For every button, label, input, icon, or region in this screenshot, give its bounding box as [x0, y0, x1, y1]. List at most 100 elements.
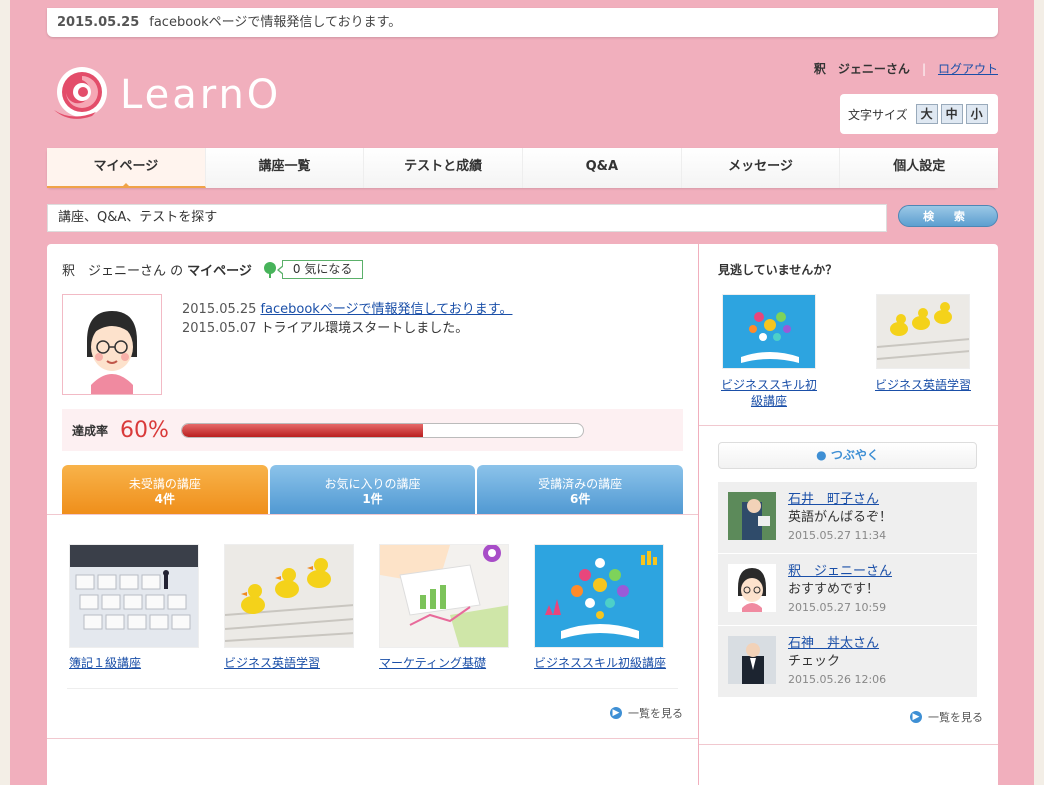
tab-favorite-courses[interactable]: お気に入りの講座 1件 [269, 465, 476, 515]
tab-count: 4件 [154, 492, 176, 506]
course-card[interactable]: 簿記１級講座 [69, 544, 199, 671]
tab-count: 6件 [570, 492, 591, 506]
tab-tests[interactable]: テストと成績 [364, 148, 524, 188]
feed-time: 2015.05.27 11:34 [788, 529, 887, 542]
more-label: 一覧を見る [928, 711, 983, 724]
page-title: 釈 ジェニーさん の マイページ 0 気になる [62, 260, 364, 279]
feed-item: 石井 町子さん 英語がんばるぞ！ 2015.05.27 11:34 [718, 482, 977, 554]
feed-text: チェック [788, 654, 841, 669]
avatar[interactable] [728, 492, 776, 540]
feed-user-link[interactable]: 釈 ジェニーさん [788, 564, 892, 579]
feed-text: 英語がんばるぞ！ [788, 510, 893, 525]
marketing-charts-image[interactable] [379, 544, 509, 648]
arrow-right-icon: ▶ [910, 711, 922, 723]
logout-link[interactable]: ログアウト [938, 62, 998, 76]
user-avatar-image [63, 295, 161, 394]
recommend-item[interactable]: ビジネス英語学習 [873, 294, 973, 393]
search-button[interactable]: 検 索 [898, 205, 998, 227]
feed-item: 石神 丼太さん チェック 2015.05.26 12:06 [718, 626, 977, 698]
tab-count: 1件 [362, 492, 383, 506]
course-link[interactable]: ビジネススキル初級講座 [534, 654, 666, 671]
mypage-panel: 釈 ジェニーさん の マイページ 0 気になる 2015.05.25 facebo… [47, 244, 698, 785]
tab-mypage[interactable]: マイページ [47, 148, 206, 188]
font-size-control: 文字サイズ 大 中 小 [840, 94, 998, 134]
ducks-thumb[interactable] [876, 294, 970, 369]
feed-body: 釈 ジェニーさん おすすめです！ 2015.05.27 10:59 [788, 563, 892, 617]
news-item: 2015.05.07 トライアル環境スタートしました。 [182, 319, 512, 338]
news-date: 2015.05.25 [182, 302, 257, 317]
ducks-newspaper-image[interactable] [224, 544, 354, 648]
course-card[interactable]: ビジネススキル初級講座 [534, 544, 666, 671]
tab-label: 受講済みの講座 [538, 477, 623, 491]
recommend-link[interactable]: ビジネススキル初級講座 [719, 377, 819, 409]
course-link[interactable]: 簿記１級講座 [69, 654, 199, 671]
feed-time: 2015.05.26 12:06 [788, 673, 887, 686]
course-card[interactable]: マーケティング基礎 [379, 544, 509, 671]
font-large-button[interactable]: 大 [915, 104, 938, 124]
news-date: 2015.05.07 [182, 321, 257, 336]
news-list: 2015.05.25 facebookページで情報発信しております。 2015.0… [182, 300, 512, 338]
tweet-button[interactable]: ● つぶやく [718, 442, 977, 469]
tab-unattended-courses[interactable]: 未受講の講座 4件 [62, 465, 268, 515]
course-link[interactable]: ビジネス英語学習 [224, 654, 354, 671]
arrow-right-icon: ▶ [610, 707, 622, 719]
feed-item: 釈 ジェニーさん おすすめです！ 2015.05.27 10:59 [718, 554, 977, 626]
tab-messages[interactable]: メッセージ [681, 148, 841, 188]
divider [67, 688, 678, 689]
feed-user-link[interactable]: 石井 町子さん [788, 492, 879, 507]
view-all-tweets-link[interactable]: ▶ 一覧を見る [910, 709, 983, 725]
font-medium-button[interactable]: 中 [940, 104, 963, 124]
course-link[interactable]: マーケティング基礎 [379, 654, 509, 671]
feed-time: 2015.05.27 10:59 [788, 601, 887, 614]
tree-icon [263, 261, 276, 278]
news-item: 2015.05.25 facebookページで情報発信しております。 [182, 300, 512, 319]
divider: | [921, 62, 926, 76]
tab-qa[interactable]: Q&A [523, 148, 682, 188]
top-notice: 2015.05.25 facebookページで情報発信しております。 [47, 8, 998, 37]
news-text: トライアル環境スタートしました。 [260, 321, 469, 336]
progress-label: 達成率 [72, 423, 109, 438]
business-skill-thumb[interactable] [722, 294, 816, 369]
tab-label: 未受講の講座 [128, 477, 201, 491]
tab-courses[interactable]: 講座一覧 [205, 148, 365, 188]
avatar[interactable] [728, 564, 776, 612]
avatar [62, 294, 162, 395]
search-input[interactable]: 講座、Q&A、テストを探す [47, 204, 887, 232]
tweet-feed: 石井 町子さん 英語がんばるぞ！ 2015.05.27 11:34 釈 ジェニー… [718, 482, 977, 698]
tweet-label: つぶやく [830, 448, 879, 462]
tab-completed-courses[interactable]: 受講済みの講座 6件 [477, 465, 684, 515]
business-skill-image[interactable] [534, 544, 664, 648]
view-all-courses-link[interactable]: ▶ 一覧を見る [610, 705, 683, 721]
main-nav: マイページ 講座一覧 テストと成績 Q&A メッセージ 個人設定 [47, 148, 999, 188]
progress-percent: 60% [120, 417, 169, 443]
course-list: 簿記１級講座 ビジネス英語学習 マーケティング基礎 ビジネススキル初級講座 [69, 544, 666, 671]
avatar[interactable] [728, 636, 776, 684]
recommend-item[interactable]: ビジネススキル初級講座 [719, 294, 819, 409]
feed-text: おすすめです！ [788, 582, 880, 597]
font-small-button[interactable]: 小 [965, 104, 988, 124]
font-size-label: 文字サイズ [848, 107, 908, 122]
feed-body: 石神 丼太さん チェック 2015.05.26 12:06 [788, 635, 886, 689]
tab-settings[interactable]: 個人設定 [840, 148, 999, 188]
progress-bar [180, 422, 584, 438]
calculator-image[interactable] [69, 544, 199, 648]
course-tabs: 未受講の講座 4件 お気に入りの講座 1件 受講済みの講座 6件 [62, 465, 684, 515]
progress-section: 達成率 60% [62, 409, 683, 451]
user-area: 釈 ジェニーさん | ログアウト [814, 60, 998, 77]
news-link[interactable]: facebookページで情報発信しております。 [260, 302, 512, 317]
divider [699, 425, 998, 426]
course-card[interactable]: ビジネス英語学習 [224, 544, 354, 671]
speech-bubble-icon: ● [816, 448, 827, 462]
mypage-username: 釈 ジェニーさん の [62, 264, 184, 279]
likes-badge[interactable]: 0 気になる [276, 260, 364, 279]
feed-user-link[interactable]: 石神 丼太さん [788, 636, 879, 651]
divider [47, 514, 698, 515]
divider [699, 744, 998, 745]
logo-mark-icon [54, 67, 107, 119]
sidebar-title: 見逃していませんか？ [718, 263, 838, 277]
progress-bar-fill [181, 423, 423, 437]
notice-date: 2015.05.25 [57, 15, 140, 30]
user-name: 釈 ジェニーさん [813, 62, 910, 76]
notice-text: facebookページで情報発信しております。 [149, 15, 402, 30]
recommend-link[interactable]: ビジネス英語学習 [873, 377, 973, 393]
